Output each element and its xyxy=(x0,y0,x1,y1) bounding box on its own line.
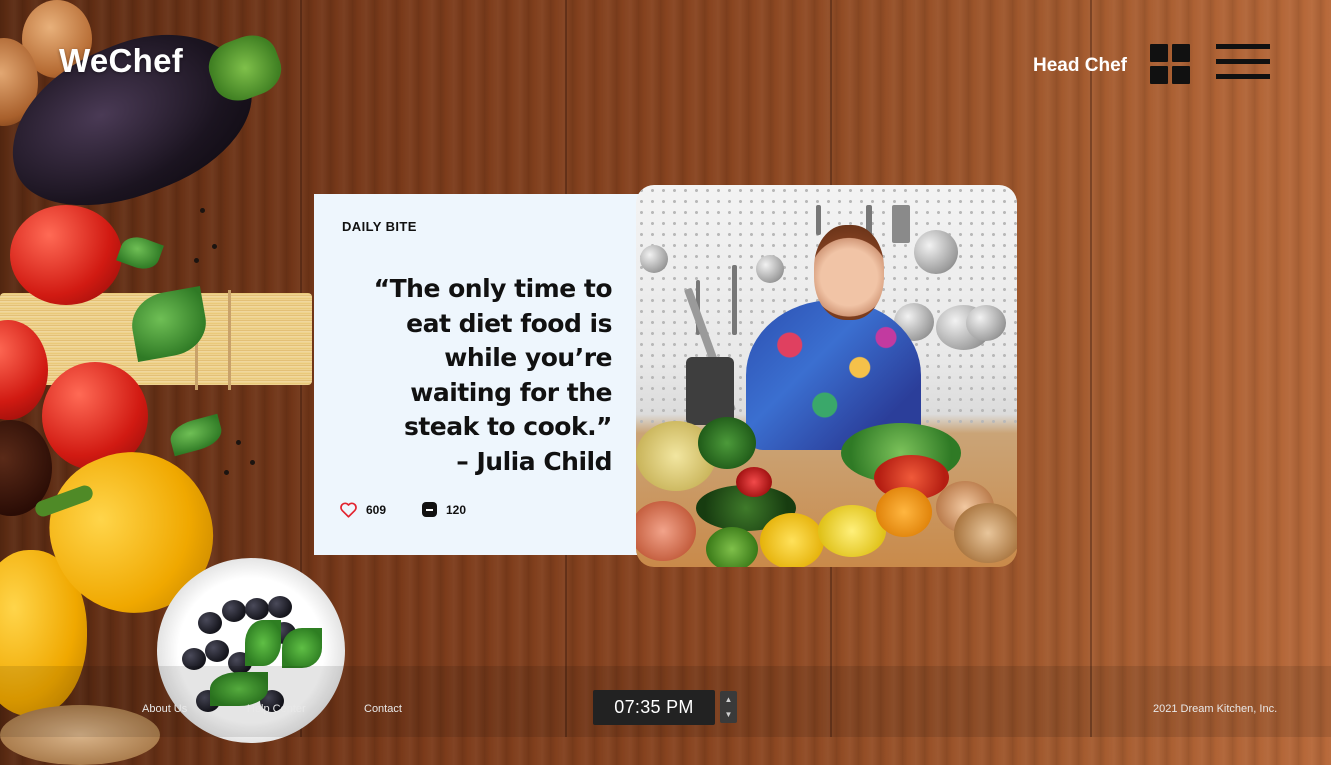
heart-icon[interactable] xyxy=(340,502,357,518)
menu-icon[interactable] xyxy=(1216,44,1270,82)
olive-image xyxy=(268,596,292,618)
card-section-label: DAILY BITE xyxy=(342,219,417,234)
chevron-down-icon[interactable]: ▼ xyxy=(720,707,737,722)
quote-line: steak to cook.” xyxy=(403,412,613,441)
quote-line: while you’re xyxy=(444,343,612,372)
olive-image xyxy=(205,640,229,662)
tomato-image xyxy=(10,205,122,305)
peppercorn-image xyxy=(194,258,199,263)
julia-child-photo xyxy=(636,185,1017,567)
app-logo[interactable]: WeChef xyxy=(59,42,183,80)
produce-image xyxy=(736,467,772,497)
like-count: 609 xyxy=(366,503,387,517)
peppercorn-image xyxy=(224,470,229,475)
produce-image xyxy=(706,527,758,567)
grid-icon[interactable] xyxy=(1150,44,1190,84)
peppercorn-image xyxy=(212,244,217,249)
produce-image xyxy=(876,487,932,537)
copyright-text: 2021 Dream Kitchen, Inc. xyxy=(1153,703,1278,715)
footer-link-help[interactable]: Help Center xyxy=(247,703,306,715)
footer-link-about[interactable]: About Us xyxy=(142,703,187,715)
quote-line: eat diet food is xyxy=(406,308,612,338)
hanging-pan xyxy=(966,305,1006,341)
hanging-pan xyxy=(914,230,958,274)
user-role-label[interactable]: Head Chef xyxy=(1033,55,1127,77)
person-head xyxy=(814,225,884,320)
quote-author: – Julia Child xyxy=(456,446,612,476)
pot xyxy=(686,357,734,425)
hanging-pan xyxy=(756,255,784,283)
time-spinner: ▲ ▼ xyxy=(720,691,737,723)
basil-leaf-image xyxy=(116,232,164,274)
produce-image xyxy=(954,503,1017,563)
peppercorn-image xyxy=(236,440,241,445)
peppercorn-image xyxy=(250,460,255,465)
produce-image xyxy=(760,513,824,567)
daily-quote: “The only time to eat diet food is while… xyxy=(330,272,613,479)
peppercorn-image xyxy=(200,208,205,213)
olive-image xyxy=(198,612,222,634)
hanging-pan xyxy=(640,245,668,273)
comment-button[interactable]: 120 xyxy=(422,502,466,517)
footer-link-contact[interactable]: Contact xyxy=(364,703,402,715)
basil-leaf-image xyxy=(167,413,225,457)
hanging-utensil xyxy=(732,265,737,335)
wood-plank-line xyxy=(1090,0,1092,737)
like-button[interactable]: 609 xyxy=(340,502,386,518)
chevron-up-icon[interactable]: ▲ xyxy=(720,692,737,707)
hanging-utensil xyxy=(892,205,910,243)
produce-image xyxy=(636,501,696,561)
hanging-utensil xyxy=(816,205,821,235)
produce-image xyxy=(698,417,756,469)
quote-line: “The only time to xyxy=(373,274,613,303)
comment-count: 120 xyxy=(446,502,467,517)
basil-leaf-image xyxy=(282,628,322,668)
olive-image xyxy=(245,598,269,620)
olive-image xyxy=(222,600,246,622)
time-display[interactable]: 07:35 PM xyxy=(593,690,715,725)
quote-line: waiting for the xyxy=(410,377,612,407)
comment-icon[interactable] xyxy=(422,502,437,517)
basil-leaf-image xyxy=(245,620,281,666)
